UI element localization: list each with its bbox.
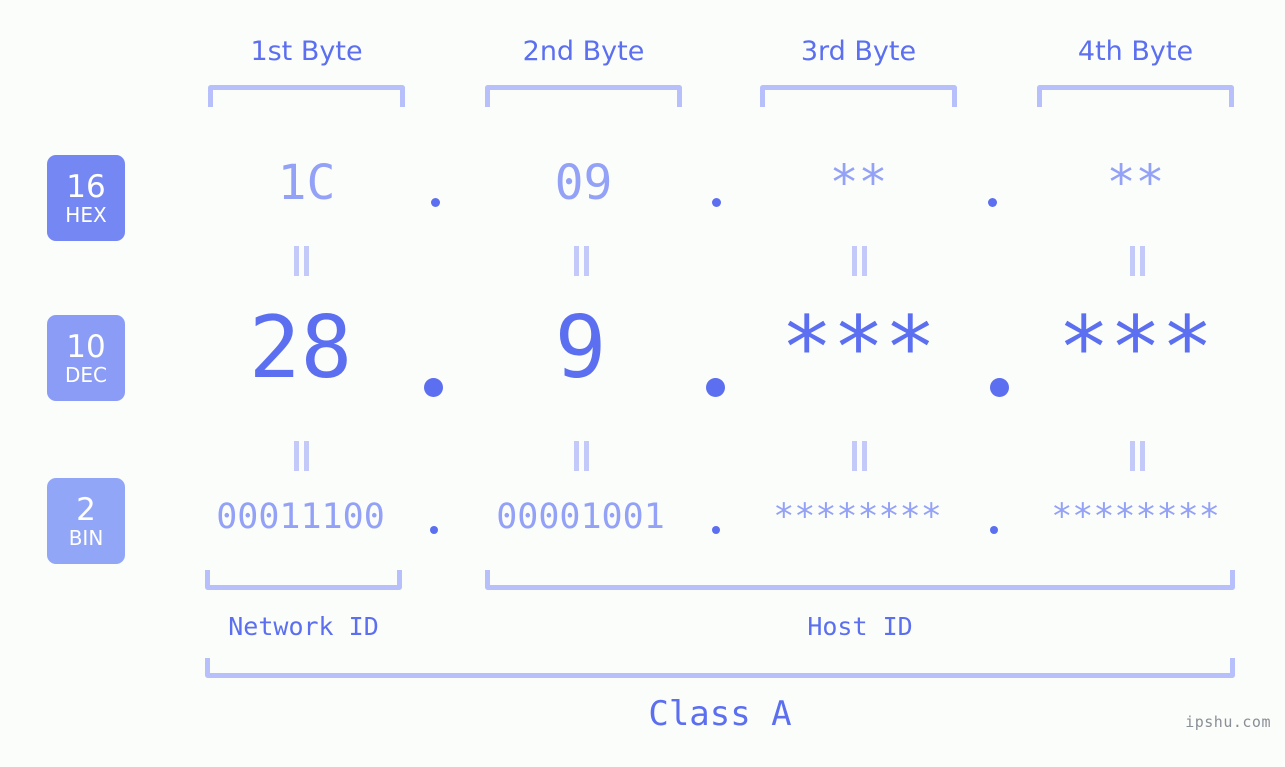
equals-mark-hex-dec-1 [290, 245, 312, 277]
radix-badge-hex-name: HEX [65, 202, 107, 227]
bin-byte-4: ******** [1051, 497, 1220, 537]
class-label: Class A [648, 694, 792, 734]
equals-mark-hex-dec-4 [1126, 245, 1148, 277]
hex-byte-1: 1C [277, 155, 336, 211]
hex-separator-dot-3 [988, 198, 997, 207]
network-id-label: Network ID [228, 612, 379, 641]
bin-separator-dot-2 [712, 526, 720, 534]
dec-byte-2: 9 [554, 298, 607, 398]
host-id-label: Host ID [807, 612, 913, 641]
dec-separator-dot-2 [706, 378, 725, 397]
site-watermark: ipshu.com [1185, 713, 1271, 731]
dec-separator-dot-3 [990, 378, 1009, 397]
radix-badge-hex-number: 16 [66, 168, 106, 205]
hex-separator-dot-1 [431, 198, 440, 207]
byte-header-2: 2nd Byte [522, 36, 645, 67]
host-id-bracket [485, 570, 1235, 590]
byte-bracket-3 [760, 85, 957, 107]
dec-byte-1: 28 [248, 298, 353, 398]
radix-badge-dec: 10 DEC [47, 315, 125, 401]
byte-bracket-1 [208, 85, 405, 107]
ip-byte-breakdown-diagram: 1st Byte 2nd Byte 3rd Byte 4th Byte 16 H… [0, 0, 1285, 767]
bin-separator-dot-1 [430, 526, 438, 534]
bin-byte-2: 00001001 [496, 497, 665, 537]
byte-header-3: 3rd Byte [800, 36, 917, 67]
radix-badge-bin-number: 2 [76, 491, 96, 528]
hex-byte-3: ** [829, 155, 888, 211]
radix-badge-bin: 2 BIN [47, 478, 125, 564]
equals-mark-hex-dec-2 [570, 245, 592, 277]
hex-separator-dot-2 [712, 198, 721, 207]
bin-byte-1: 00011100 [216, 497, 385, 537]
class-bracket [205, 658, 1235, 678]
radix-badge-hex: 16 HEX [47, 155, 125, 241]
dec-separator-dot-1 [424, 378, 443, 397]
equals-mark-dec-bin-1 [290, 440, 312, 472]
network-id-bracket [205, 570, 402, 590]
radix-badge-bin-name: BIN [68, 525, 104, 550]
bin-separator-dot-3 [990, 526, 998, 534]
equals-mark-dec-bin-2 [570, 440, 592, 472]
byte-bracket-4 [1037, 85, 1234, 107]
dec-byte-3: *** [780, 298, 937, 398]
byte-bracket-2 [485, 85, 682, 107]
hex-byte-4: ** [1106, 155, 1165, 211]
byte-header-1: 1st Byte [250, 36, 363, 67]
dec-byte-4: *** [1057, 298, 1214, 398]
byte-header-4: 4th Byte [1077, 36, 1194, 67]
equals-mark-hex-dec-3 [848, 245, 870, 277]
radix-badge-dec-name: DEC [64, 362, 107, 387]
hex-byte-2: 09 [554, 155, 613, 211]
bin-byte-3: ******** [773, 497, 942, 537]
equals-mark-dec-bin-3 [848, 440, 870, 472]
radix-badge-dec-number: 10 [66, 328, 106, 365]
equals-mark-dec-bin-4 [1126, 440, 1148, 472]
